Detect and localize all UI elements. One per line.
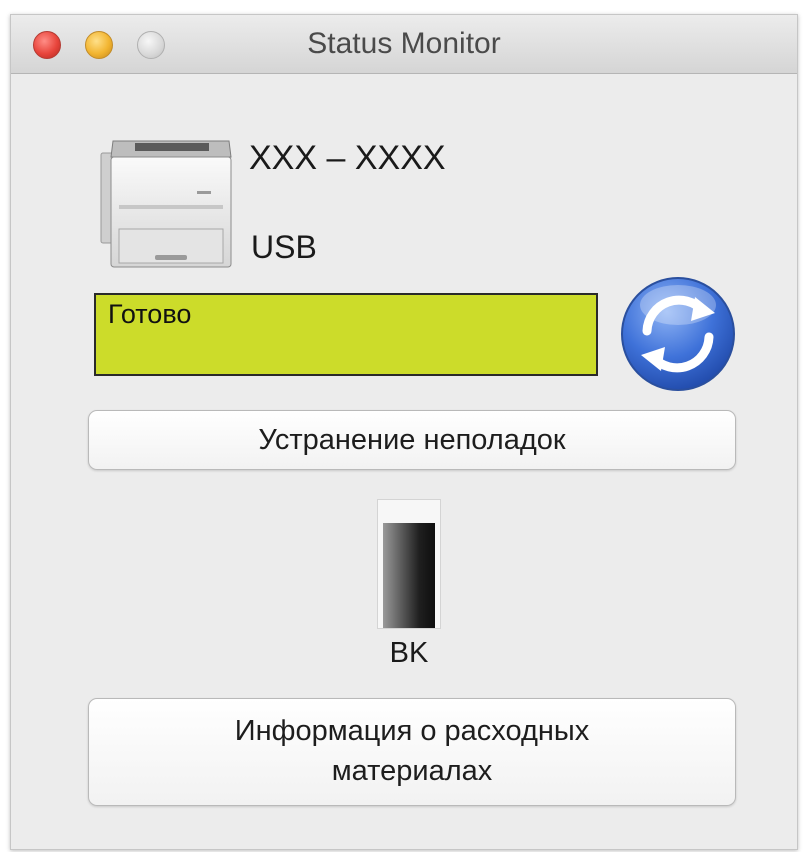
status-monitor-window: Status Monitor XXX – XXXX USB Готово Уст… <box>10 14 798 850</box>
supplies-label-line2: материалах <box>331 755 493 787</box>
supplies-label-line1: Информация о расходных <box>234 715 590 747</box>
troubleshooting-button[interactable]: Устранение неполадок <box>88 410 736 470</box>
device-model: XXX – XXXX <box>249 139 446 177</box>
printer-icon <box>100 140 232 268</box>
title-bar[interactable]: Status Monitor <box>11 15 797 74</box>
troubleshooting-label: Устранение неполадок <box>258 424 566 456</box>
toner-level-fill <box>383 523 435 628</box>
status-text: Готово <box>108 299 192 329</box>
window-title: Status Monitor <box>307 27 501 60</box>
toner-gauge-bk <box>377 499 441 629</box>
status-display: Готово <box>94 293 598 376</box>
refresh-icon[interactable] <box>619 275 737 393</box>
connection-type: USB <box>251 229 317 265</box>
supplies-info-button[interactable]: Информация о расходных материалах <box>88 698 736 806</box>
toner-label: BK <box>389 637 429 669</box>
